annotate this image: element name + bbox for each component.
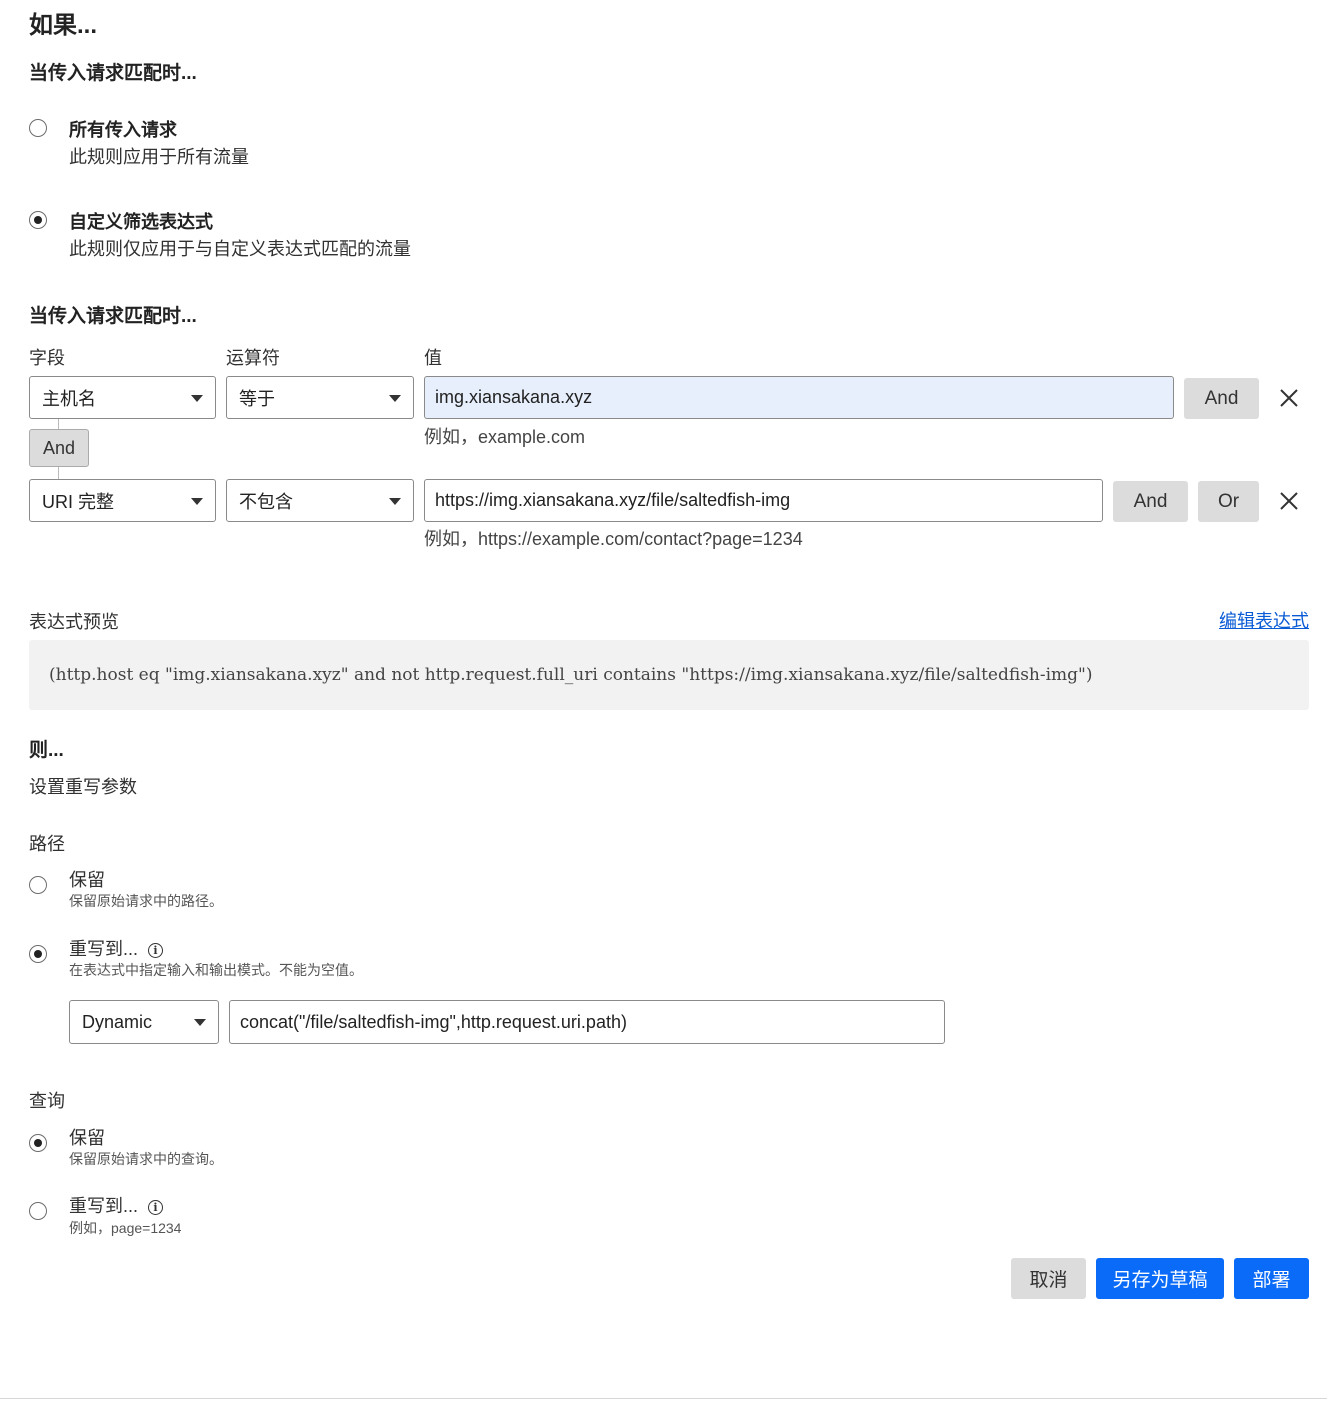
condition-2-or-button[interactable]: Or bbox=[1198, 481, 1259, 522]
option-custom-filter-title: 自定义筛选表达式 bbox=[69, 212, 213, 232]
remove-condition-1-icon[interactable] bbox=[1279, 388, 1299, 408]
chevron-down-icon bbox=[389, 497, 401, 505]
condition-2-and-button[interactable]: And bbox=[1113, 481, 1188, 522]
remove-condition-2-icon[interactable] bbox=[1279, 491, 1299, 511]
chevron-down-icon bbox=[389, 394, 401, 402]
radio-custom-filter[interactable] bbox=[29, 211, 47, 229]
query-rewrite-title: 重写到... bbox=[69, 1196, 139, 1216]
condition-1-field-select[interactable]: 主机名 bbox=[29, 376, 216, 419]
info-icon[interactable]: i bbox=[148, 1199, 164, 1215]
cancel-button[interactable]: 取消 bbox=[1011, 1258, 1086, 1299]
column-label-field: 字段 bbox=[29, 348, 65, 368]
radio-all-requests[interactable] bbox=[29, 119, 47, 137]
condition-1-field-value: 主机名 bbox=[42, 388, 96, 409]
chevron-down-icon bbox=[191, 497, 203, 505]
save-draft-button[interactable]: 另存为草稿 bbox=[1096, 1258, 1224, 1299]
connector-and-chip: And bbox=[29, 429, 89, 467]
match-heading: 当传入请求匹配时... bbox=[29, 63, 197, 84]
section-title-if: 如果... bbox=[29, 12, 98, 39]
path-rewrite-mode-select[interactable]: Dynamic bbox=[69, 1000, 219, 1044]
condition-2-value-input[interactable]: https://img.xiansakana.xyz/file/saltedfi… bbox=[424, 479, 1103, 522]
query-rewrite-title-row: 重写到... i bbox=[69, 1192, 164, 1218]
column-label-operator: 运算符 bbox=[226, 348, 280, 368]
deploy-button[interactable]: 部署 bbox=[1234, 1258, 1309, 1299]
option-custom-filter-desc: 此规则仅应用于与自定义表达式匹配的流量 bbox=[69, 239, 411, 259]
radio-query-preserve[interactable] bbox=[29, 1134, 47, 1152]
expression-preview: (http.host eq "img.xiansakana.xyz" and n… bbox=[29, 640, 1309, 710]
condition-1-operator-value: 等于 bbox=[239, 388, 275, 409]
condition-2-operator-select[interactable]: 不包含 bbox=[226, 479, 414, 522]
query-label: 查询 bbox=[29, 1091, 65, 1111]
path-rewrite-title-row: 重写到... i bbox=[69, 935, 164, 961]
query-preserve-title: 保留 bbox=[69, 1128, 105, 1148]
rewrite-params-label: 设置重写参数 bbox=[29, 777, 137, 797]
path-rewrite-expression-input[interactable]: concat("/file/saltedfish-img",http.reque… bbox=[229, 1000, 945, 1044]
path-preserve-desc: 保留原始请求中的路径。 bbox=[69, 893, 223, 909]
radio-path-preserve[interactable] bbox=[29, 876, 47, 894]
match-heading-2: 当传入请求匹配时... bbox=[29, 306, 197, 327]
footer-divider bbox=[0, 1398, 1327, 1399]
chevron-down-icon bbox=[191, 394, 203, 402]
query-preserve-desc: 保留原始请求中的查询。 bbox=[69, 1151, 223, 1167]
condition-2-operator-value: 不包含 bbox=[239, 491, 293, 512]
query-rewrite-desc: 例如，page=1234 bbox=[69, 1220, 182, 1236]
radio-path-rewrite[interactable] bbox=[29, 945, 47, 963]
path-rewrite-desc: 在表达式中指定输入和输出模式。不能为空值。 bbox=[69, 962, 363, 978]
expression-preview-label: 表达式预览 bbox=[29, 612, 119, 632]
condition-1-operator-select[interactable]: 等于 bbox=[226, 376, 414, 419]
condition-1-and-button[interactable]: And bbox=[1184, 378, 1259, 419]
section-title-then: 则... bbox=[29, 740, 64, 761]
option-all-requests-title: 所有传入请求 bbox=[69, 120, 177, 140]
chevron-down-icon bbox=[194, 1019, 206, 1026]
radio-query-rewrite[interactable] bbox=[29, 1202, 47, 1220]
path-rewrite-title: 重写到... bbox=[69, 939, 139, 959]
path-label: 路径 bbox=[29, 834, 65, 854]
condition-2-field-value: URI 完整 bbox=[42, 491, 114, 512]
condition-1-hint: 例如，example.com bbox=[424, 427, 586, 447]
path-rewrite-mode-value: Dynamic bbox=[82, 1011, 153, 1032]
path-preserve-title: 保留 bbox=[69, 870, 105, 890]
condition-2-hint: 例如，https://example.com/contact?page=1234 bbox=[424, 529, 803, 549]
condition-1-value-input[interactable]: img.xiansakana.xyz bbox=[424, 376, 1174, 419]
option-all-requests-desc: 此规则应用于所有流量 bbox=[69, 147, 249, 167]
condition-2-field-select[interactable]: URI 完整 bbox=[29, 479, 216, 522]
column-label-value: 值 bbox=[424, 348, 442, 368]
edit-expression-link[interactable]: 编辑表达式 bbox=[1219, 607, 1309, 633]
info-icon[interactable]: i bbox=[148, 942, 164, 958]
